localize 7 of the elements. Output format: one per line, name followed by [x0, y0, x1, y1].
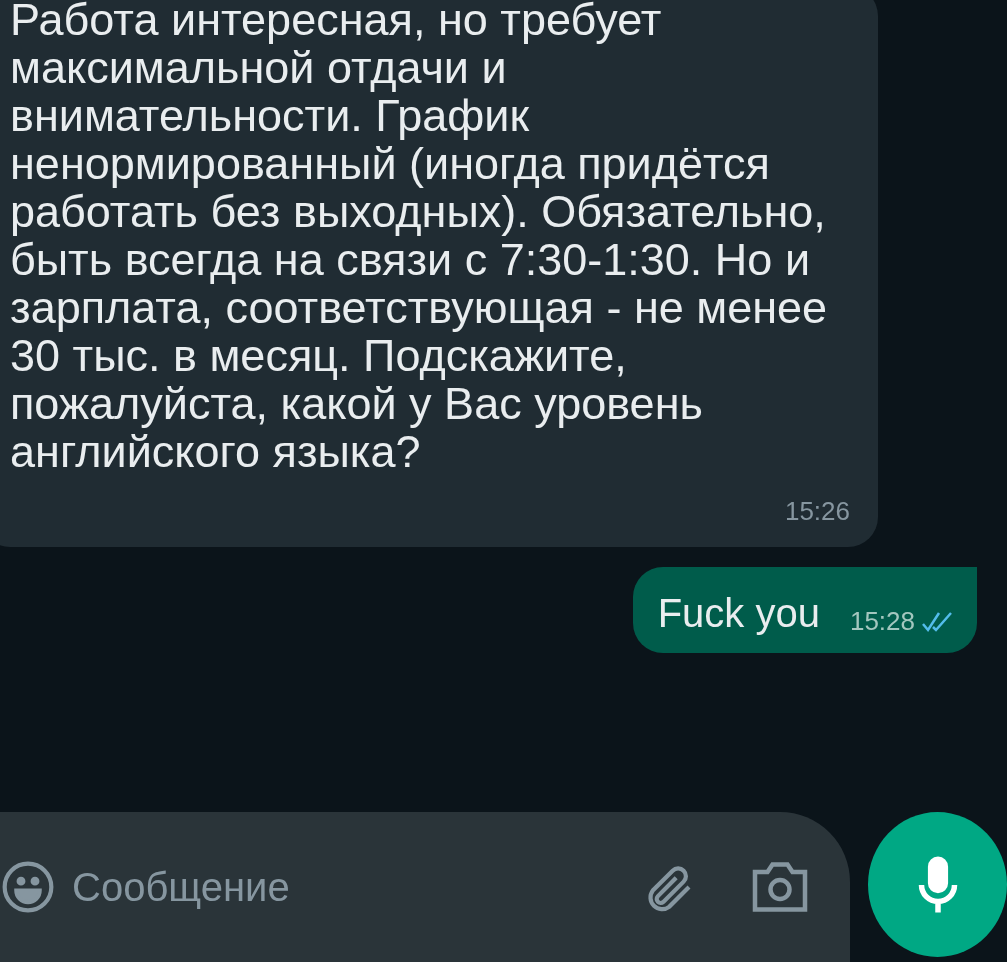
message-time: 15:28 — [849, 606, 915, 637]
message-text: Fuck you — [657, 590, 820, 637]
message-text: Работа интересная, но требует максимальной отдачи и внимательности. График ненормированный (иногда придётся работать без выходных). Обязательно, быть всегда на связи с 7:30-1:30. Но и зарплата, соответствующая - не менее 30 тыс. в месяц. Подскажите, пожалуйста, какой у Вас уровень английского языка? — [10, 0, 829, 476]
message-field[interactable]: Сообщение — [70, 863, 626, 911]
camera-icon[interactable] — [750, 859, 810, 915]
emoji-icon[interactable] — [0, 859, 56, 915]
message-time: 15:26 — [784, 496, 850, 527]
